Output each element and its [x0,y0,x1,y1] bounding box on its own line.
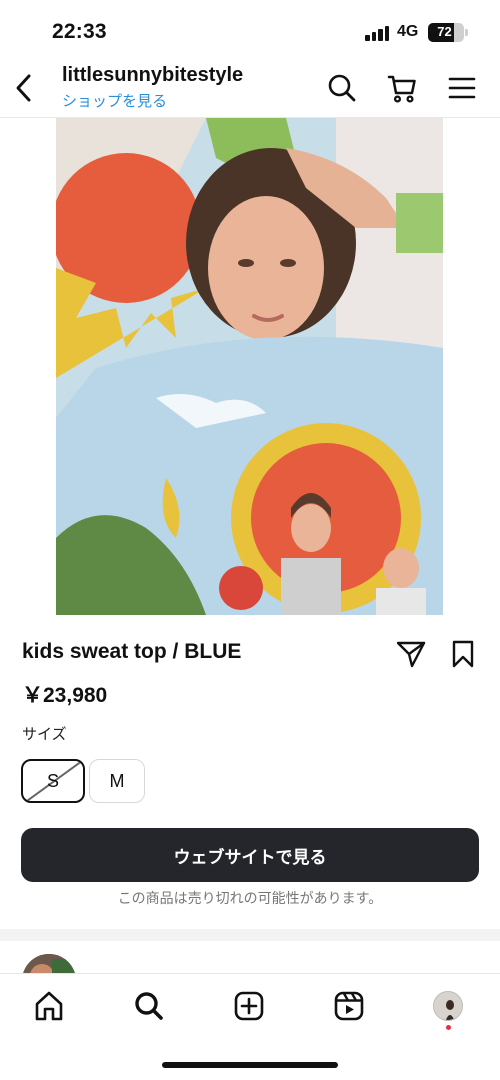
back-button[interactable] [8,70,40,106]
size-label: サイズ [22,726,67,743]
search-icon [328,74,356,102]
nav-home[interactable] [29,986,69,1026]
nav-reels[interactable] [329,986,369,1026]
cart-icon [387,75,416,103]
send-icon [396,641,426,668]
size-option-label: M [109,770,125,791]
chevron-left-icon [16,74,31,102]
menu-icon [448,77,476,99]
profile-avatar [433,991,463,1021]
menu-button[interactable] [444,70,480,106]
section-divider [0,929,500,941]
search-button[interactable] [324,70,360,106]
size-option-s[interactable]: S [21,759,85,803]
nav-create[interactable] [229,986,269,1026]
shop-name[interactable]: littlesunnybitestyle [62,64,243,87]
bookmark-icon [452,640,474,668]
share-button[interactable] [394,637,428,671]
cart-button[interactable] [384,70,420,106]
home-indicator [162,1062,338,1068]
battery-icon: 72 [428,23,464,42]
status-bar: 22:33 4G 72 [0,0,500,60]
battery-percentage: 72 [437,24,452,39]
reels-icon [334,991,364,1021]
product-price: ￥23,980 [22,684,108,707]
create-icon [234,991,264,1021]
nav-search[interactable] [129,986,169,1026]
save-button[interactable] [446,637,480,671]
sold-out-disclaimer: この商品は売り切れの可能性があります。 [117,890,383,906]
view-shop-link[interactable]: ショップを見る [62,90,167,111]
product-image[interactable] [56,118,443,615]
size-option-label: S [46,770,59,791]
shop-header: littlesunnybitestyle ショップを見る [0,60,500,118]
view-website-button[interactable]: ウェブサイトで見る [21,828,479,882]
battery-tip [465,29,468,36]
product-photo [56,118,443,615]
signal-icon [365,25,391,41]
search-icon [135,992,163,1020]
size-option-m[interactable]: M [89,759,145,803]
nav-profile[interactable] [428,986,468,1026]
notification-dot [446,1025,451,1030]
status-time: 22:33 [52,20,107,43]
product-title: kids sweat top / BLUE [22,640,242,663]
home-icon [35,991,63,1021]
network-type: 4G [397,23,419,40]
